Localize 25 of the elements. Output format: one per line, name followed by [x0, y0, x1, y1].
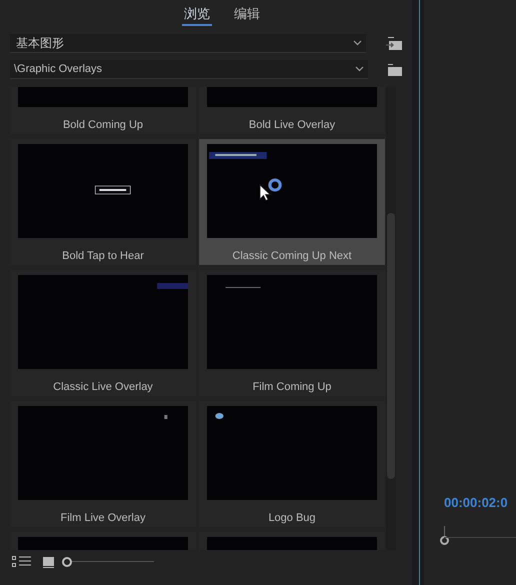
timeline-ruler	[444, 524, 516, 538]
preset-label: Bold Coming Up	[62, 118, 144, 133]
timecode[interactable]: 00:00:02:0	[444, 492, 516, 512]
scrollbar[interactable]	[386, 87, 396, 550]
panel-tab[interactable]: 编辑	[232, 4, 262, 26]
folder-icon[interactable]	[388, 64, 402, 76]
preset-label: Classic Coming Up Next	[232, 249, 352, 264]
folder-dropdown[interactable]: \Graphic Overlays	[10, 60, 368, 79]
preset-label: Bold Live Overlay	[248, 118, 336, 133]
chevron-down-icon	[353, 40, 362, 46]
zoom-slider[interactable]	[62, 556, 154, 568]
library-dropdown[interactable]: 基本图形	[10, 34, 366, 53]
thumbnail-view-icon[interactable]	[43, 556, 54, 568]
preset-card[interactable]: Classic Coming Up Next	[199, 139, 385, 265]
panel-tab[interactable]: 浏览	[182, 4, 212, 26]
preset-label: Classic Live Overlay	[53, 380, 153, 395]
cursor-icon	[259, 184, 271, 202]
chevron-down-icon	[355, 66, 364, 72]
preset-label: Logo Bug	[268, 511, 316, 526]
import-icon[interactable]	[386, 36, 402, 50]
preset-label: Bold Tap to Hear	[62, 249, 144, 264]
list-view-icon[interactable]	[12, 556, 31, 568]
preset-label: Film Live Overlay	[60, 511, 146, 526]
playhead-handle[interactable]	[440, 536, 449, 545]
preset-label: Film Coming Up	[252, 380, 332, 395]
